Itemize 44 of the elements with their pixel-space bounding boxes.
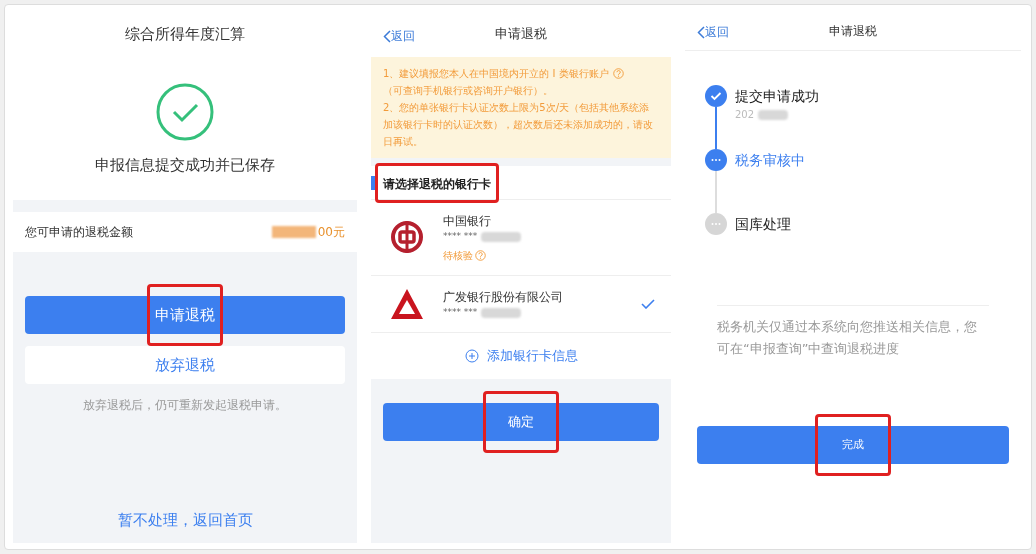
chevron-left-icon xyxy=(383,29,391,43)
bank-logo-icon xyxy=(390,220,424,255)
redaction-blur xyxy=(481,307,522,318)
screen-title: 综合所得年度汇算 xyxy=(125,24,245,45)
notice-text: 1、建议填报您本人在中国境内开立的 I 类银行账户 xyxy=(383,67,609,81)
done-button[interactable]: 完成 xyxy=(697,426,1009,464)
screen-title: 申请退税 xyxy=(495,25,547,44)
amount-label: 您可申请的退税金额 xyxy=(25,224,133,241)
bank-name: 中国银行 xyxy=(443,213,492,230)
help-icon xyxy=(475,249,486,261)
apply-refund-button[interactable]: 申请退税 xyxy=(25,296,345,334)
bank-name: 广发银行股份有限公司 xyxy=(443,288,564,306)
notice-text: （可查询手机银行或咨询开户银行）。 xyxy=(383,84,554,98)
checkmark-icon xyxy=(641,298,655,309)
step-label: 国库处理 xyxy=(735,215,791,234)
bank-card-row[interactable]: 广发银行股份有限公司 **** *** xyxy=(371,275,671,333)
check-circle-icon xyxy=(155,81,215,142)
redaction-blur xyxy=(758,109,789,120)
screen-title: 申请退税 xyxy=(829,22,877,40)
step-date: 202 xyxy=(735,108,755,122)
step-label: 提交申请成功 xyxy=(735,87,819,106)
step-label: 税务审核中 xyxy=(735,151,805,170)
status-text: 待核验 xyxy=(443,248,473,263)
amount-value: 00元 xyxy=(317,224,345,241)
info-text: 税务机关仅通过本系统向您推送相关信息，您可在“申报查询”中查询退税进度 xyxy=(717,318,978,358)
confirm-button[interactable]: 确定 xyxy=(383,402,659,441)
success-message: 申报信息提交成功并已保存 xyxy=(95,154,275,176)
bank-card-row[interactable]: 中国银行 **** *** 待核验 xyxy=(371,200,671,276)
return-home-link[interactable]: 暂不处理，返回首页 xyxy=(117,508,253,531)
plus-circle-icon xyxy=(464,348,479,363)
add-card-link[interactable]: 添加银行卡信息 xyxy=(371,332,671,379)
notice-text: 2、您的单张银行卡认证次数上限为5次/天（包括其他系统添加该银行卡时的认证次数），超次数后还未添加成功的，请改日再试。 xyxy=(383,101,654,149)
chevron-left-icon xyxy=(697,25,705,39)
redaction-blur xyxy=(271,226,316,238)
bank-logo-icon xyxy=(390,287,424,320)
section-title: 请选择退税的银行卡 xyxy=(383,176,491,191)
redaction-blur xyxy=(481,231,522,242)
back-link[interactable]: 返回 xyxy=(383,27,415,45)
back-link[interactable]: 返回 xyxy=(697,23,729,41)
abandon-refund-button[interactable]: 放弃退税 xyxy=(25,346,345,384)
abandon-note: 放弃退税后，仍可重新发起退税申请。 xyxy=(82,397,288,414)
help-icon xyxy=(612,68,624,79)
card-number: **** *** xyxy=(443,305,478,319)
card-number: **** *** xyxy=(443,230,478,243)
